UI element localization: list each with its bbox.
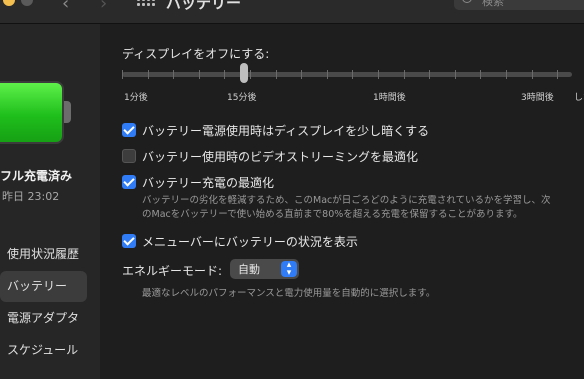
search-placeholder: 検索 <box>482 0 504 8</box>
dim-display-label[interactable]: バッテリー電源使用時はディスプレイを少し暗くする <box>142 122 429 139</box>
slider-tick <box>506 70 507 79</box>
slider-tick <box>531 70 533 79</box>
optimized-charging-description-2: のMacをバッテリーで使い始める直前まで80%を超える充電を保留することがありま… <box>142 209 523 220</box>
optimize-video-checkbox[interactable] <box>122 149 136 163</box>
sidebar-item-power-adapter[interactable]: 電源アダプタ <box>0 303 87 334</box>
slider-tick <box>301 70 303 79</box>
main-panel: ディスプレイをオフにする: 1分後 15分後 1時間後 3時間後 しない バッテ… <box>100 24 584 379</box>
energy-mode-value: 自動 <box>238 263 260 276</box>
slider-tick <box>224 70 226 79</box>
dim-display-checkbox[interactable] <box>122 123 136 137</box>
optimize-video-label[interactable]: バッテリー使用時のビデオストリーミングを最適化 <box>142 148 418 165</box>
slider-tick <box>173 70 175 79</box>
optimized-charging-description-1: バッテリーの劣化を軽減するため、このMacが日ごろどのように充電されているかを学… <box>142 195 551 206</box>
updown-chevron-icon: ▴ ▾ <box>281 261 297 278</box>
slider-tick <box>198 70 200 79</box>
forward-button[interactable]: › <box>100 0 107 14</box>
search-field[interactable]: 検索 <box>454 0 584 10</box>
slider-tick <box>326 70 328 79</box>
back-button[interactable]: ‹ <box>62 0 69 14</box>
sidebar: フル充電済み 昨日 23:02 使用状況履歴 バッテリー 電源アダプタ スケジュ… <box>0 24 100 379</box>
sidebar-item-battery[interactable]: バッテリー <box>0 271 87 302</box>
display-off-slider[interactable] <box>122 72 572 77</box>
display-off-slider-thumb[interactable] <box>240 63 248 83</box>
slider-tick <box>403 70 405 79</box>
slider-tick <box>480 70 482 79</box>
energy-mode-select[interactable]: 自動 ▴ ▾ <box>230 259 299 279</box>
slider-tick <box>352 70 354 79</box>
battery-icon <box>0 81 64 144</box>
slider-label-1min: 1分後 <box>124 93 148 103</box>
energy-mode-label: エネルギーモード: <box>122 264 223 278</box>
slider-tick <box>454 70 456 79</box>
zoom-window-button[interactable] <box>21 0 33 6</box>
slider-tick <box>378 70 379 79</box>
window-title: バッテリー <box>166 0 242 12</box>
search-icon <box>462 0 472 3</box>
slider-tick <box>122 70 123 79</box>
minimize-window-button[interactable] <box>3 0 15 6</box>
slider-tick <box>250 70 251 79</box>
slider-label-15min: 15分後 <box>227 93 257 103</box>
slider-label-1hour: 1時間後 <box>373 93 406 103</box>
sidebar-item-schedule[interactable]: スケジュール <box>0 335 87 366</box>
menubar-battery-checkbox[interactable] <box>122 234 136 248</box>
display-off-label: ディスプレイをオフにする: <box>122 47 270 61</box>
slider-tick <box>275 70 277 79</box>
optimized-charging-label[interactable]: バッテリー充電の最適化 <box>142 174 274 191</box>
slider-tick <box>429 70 431 79</box>
menubar-battery-label[interactable]: メニューバーにバッテリーの状況を表示 <box>142 233 358 250</box>
window-toolbar: ‹ › バッテリー 検索 <box>0 0 584 24</box>
sidebar-item-usage-history[interactable]: 使用状況履歴 <box>0 239 87 270</box>
optimized-charging-checkbox[interactable] <box>122 175 136 189</box>
slider-label-never: しない <box>574 93 584 103</box>
battery-terminal-icon <box>64 101 71 123</box>
energy-mode-description: 最適なレベルのパフォーマンスと電力使用量を自動的に選択します。 <box>142 288 436 299</box>
battery-status-text: フル充電済み <box>0 169 73 183</box>
slider-label-3hours: 3時間後 <box>521 93 554 103</box>
show-all-grid-icon[interactable] <box>137 0 155 6</box>
battery-status-time: 昨日 23:02 <box>2 190 60 203</box>
slider-tick <box>147 70 149 79</box>
slider-tick <box>557 70 559 79</box>
